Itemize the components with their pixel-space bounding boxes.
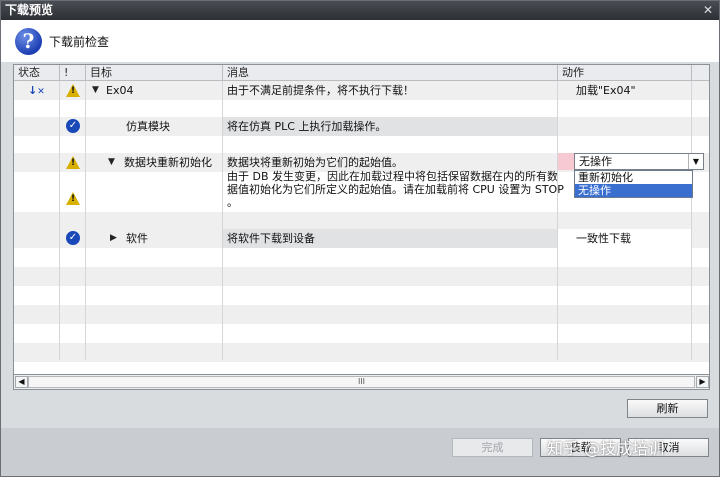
action-state-marker: [558, 153, 574, 170]
action-select[interactable]: 无操作 ▼: [574, 153, 704, 170]
expand-arrow-icon[interactable]: ▼: [108, 153, 115, 172]
col-header-target[interactable]: 目标: [86, 65, 223, 81]
column-divider: [557, 81, 558, 360]
row-target: 软件: [126, 232, 148, 245]
warning-icon: !: [66, 156, 80, 169]
table-row[interactable]: ↓✕ ! ▼ Ex04 由于不满足前提条件，将不执行下载！ 加载"Ex04": [14, 81, 709, 100]
finish-button[interactable]: 完成: [452, 438, 533, 457]
grip-icon: III: [357, 377, 366, 386]
scroll-thumb[interactable]: III: [28, 376, 695, 388]
window-title: 下载预览: [5, 3, 54, 17]
table-row-empty: [14, 305, 709, 324]
ok-icon: ✓: [66, 119, 80, 133]
table-row[interactable]: ✓ 仿真模块 将在仿真 PLC 上执行加载操作。: [14, 117, 709, 136]
table-row-empty: [14, 324, 709, 343]
detail-line-3: 。: [227, 196, 238, 209]
row-action: 一致性下载: [576, 232, 631, 245]
col-header-flag[interactable]: !: [60, 65, 86, 81]
refresh-button[interactable]: 刷新: [627, 399, 708, 418]
col-header-filler: [692, 65, 709, 81]
column-divider: [59, 81, 60, 360]
scroll-right-icon[interactable]: ▶: [696, 376, 709, 388]
action-dropdown-list[interactable]: 重新初始化 无操作: [574, 170, 693, 198]
row-message: 将软件下载到设备: [227, 232, 315, 245]
table-row-empty: [14, 286, 709, 305]
row-target: 数据块重新初始化: [124, 156, 212, 169]
column-divider: [691, 81, 692, 360]
header-title: 下载前检查: [49, 35, 110, 49]
download-blocked-icon: ↓✕: [28, 84, 45, 97]
watermark: 知乎 @技成培训: [547, 439, 665, 458]
row-target: Ex04: [106, 84, 134, 97]
table-row-empty: [14, 212, 709, 229]
row-message: 由于不满足前提条件，将不执行下载！: [227, 84, 414, 97]
download-preview-dialog: 下载预览 ✕ ? 下载前检查 状态 ! 目标 消息 动作 ↓✕ ! ▼ Ex04…: [0, 0, 720, 477]
check-table: 状态 ! 目标 消息 动作 ↓✕ ! ▼ Ex04 由于不满足前提条件，将不执行…: [13, 64, 710, 375]
col-header-message[interactable]: 消息: [223, 65, 558, 81]
collapse-arrow-icon[interactable]: ▶: [110, 229, 117, 248]
chevron-down-icon[interactable]: ▼: [688, 154, 703, 169]
detail-line-1: 由于 DB 发生变更，因此在加载过程中将包括保留数据在内的所有数: [227, 170, 559, 183]
row-action: 加载"Ex04": [576, 84, 636, 97]
help-icon: ?: [15, 28, 42, 55]
warning-icon: !: [66, 192, 80, 205]
expand-arrow-icon[interactable]: ▼: [92, 81, 99, 100]
col-header-status[interactable]: 状态: [14, 65, 60, 81]
detail-line-2: 据值初始化为它们所定义的起始值。请在加载前将 CPU 设置为 STOP: [227, 183, 564, 196]
dropdown-option-no-action[interactable]: 无操作: [575, 184, 692, 197]
column-divider: [222, 81, 223, 360]
action-cell: 一致性下载: [558, 229, 691, 248]
scroll-left-icon[interactable]: ◀: [15, 376, 28, 388]
table-row-empty: [14, 267, 709, 286]
action-select-value: 无操作: [579, 155, 612, 168]
row-message: 将在仿真 PLC 上执行加载操作。: [227, 120, 387, 133]
table-row-empty: [14, 248, 709, 267]
window-titlebar: 下载预览 ✕: [1, 1, 719, 20]
dropdown-option-reinitialize[interactable]: 重新初始化: [575, 171, 692, 184]
table-row-empty: [14, 343, 709, 362]
horizontal-scrollbar[interactable]: ◀ III ▶: [13, 375, 710, 390]
warning-icon: !: [66, 84, 80, 97]
ok-icon: ✓: [66, 231, 80, 245]
row-target: 仿真模块: [126, 120, 170, 133]
dialog-header: ? 下载前检查: [1, 20, 719, 62]
column-divider: [85, 81, 86, 360]
col-header-action[interactable]: 动作: [558, 65, 692, 81]
close-icon[interactable]: ✕: [701, 3, 715, 17]
